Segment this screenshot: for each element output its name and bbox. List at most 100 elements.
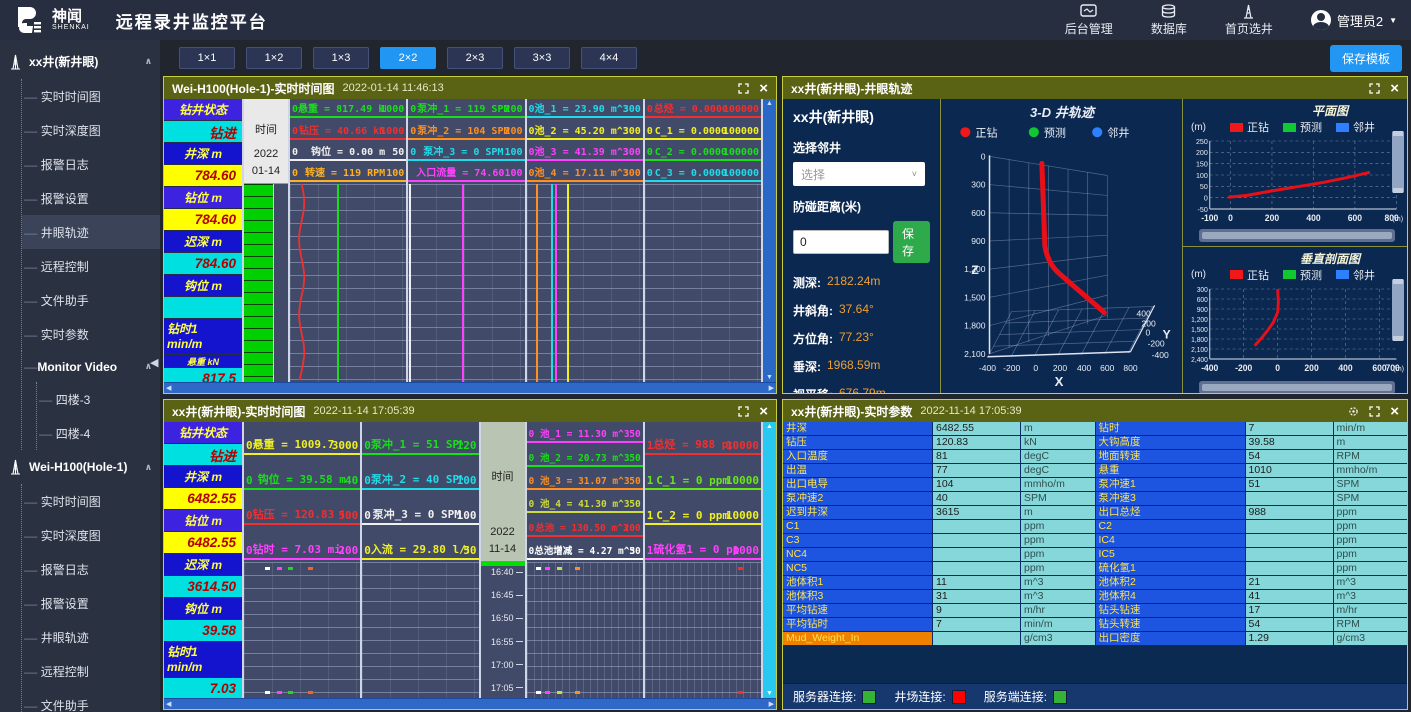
sidebar-item[interactable]: 文件助手: [22, 688, 160, 712]
save-template-button[interactable]: 保存模板: [1330, 45, 1402, 72]
nav-admin[interactable]: 后台管理: [1065, 4, 1113, 37]
grid-layout-button[interactable]: 1×3: [313, 47, 369, 69]
grid-layout-button[interactable]: 4×4: [581, 47, 637, 69]
scroll-left-icon[interactable]: ◀: [166, 384, 171, 392]
param-value: 21: [1246, 576, 1334, 589]
sidebar-item[interactable]: 文件助手: [22, 283, 160, 317]
grid-layout-button[interactable]: 1×2: [246, 47, 302, 69]
plan-horizontal-scrollbar[interactable]: [1199, 229, 1395, 242]
table-row: 泵冲速2 40 SPM 泵冲速3 SPM: [783, 492, 1407, 506]
param-label: 钻位 m: [164, 510, 242, 532]
track-1: 0悬重 = 1009.7 kN30000钩位 = 39.58 m400钻压 = …: [244, 422, 362, 698]
collision-distance-label: 防碰距离(米): [793, 198, 930, 215]
section-vertical-slider[interactable]: [1392, 279, 1404, 341]
param-unit: ppm: [1334, 548, 1408, 561]
sidebar-item[interactable]: 井眼轨迹: [22, 215, 160, 249]
horizontal-scrollbar[interactable]: ◀▶: [164, 382, 776, 393]
param-name: C3: [783, 534, 933, 547]
save-button[interactable]: 保存: [893, 221, 930, 263]
close-icon[interactable]: ×: [759, 406, 768, 417]
scroll-left-icon[interactable]: ◀: [166, 700, 171, 708]
param-value: 9: [933, 604, 1021, 617]
curve-label: 0泵冲_3 = 0 SPM100: [408, 142, 524, 161]
depth-strip: [244, 184, 274, 382]
sidebar-well-1[interactable]: xx井(新井眼) ∧: [0, 44, 160, 79]
param-value: 817.5: [164, 368, 242, 382]
param-label: 迟深 m: [164, 231, 242, 253]
param-value: 1.29: [1246, 632, 1334, 645]
sidebar-item[interactable]: 实时参数: [22, 317, 160, 351]
param-unit: RPM: [1334, 450, 1408, 463]
panel-time-chart-wei: Wei-H100(Hole-1)-实时时间图 2022-01-14 11:46:…: [163, 76, 777, 394]
close-icon[interactable]: ×: [759, 83, 768, 94]
sidebar-well-2[interactable]: Wei-H100(Hole-1) ∧: [0, 450, 160, 484]
collision-distance-input[interactable]: [793, 230, 889, 254]
sidebar-item-label: 报警设置: [41, 192, 89, 206]
scroll-down-icon[interactable]: ▼: [766, 374, 773, 381]
expand-icon[interactable]: [738, 406, 749, 417]
param-name: 地面转速: [1096, 450, 1246, 463]
scroll-down-icon[interactable]: ▼: [766, 690, 773, 697]
user-menu[interactable]: 管理员2 ▼: [1311, 10, 1397, 30]
grid-layout-button-label: 1×1: [198, 52, 217, 64]
sidebar-item-label: 实时参数: [41, 328, 89, 342]
sidebar-item[interactable]: 远程控制: [22, 654, 160, 688]
sidebar-item[interactable]: 实时深度图: [22, 113, 160, 147]
grid-layout-button[interactable]: 2×2: [380, 47, 436, 69]
legend-swatch: [1230, 123, 1243, 132]
grid-layout-button[interactable]: 1×1: [179, 47, 235, 69]
expand-icon[interactable]: [1369, 83, 1380, 94]
sidebar-item[interactable]: 报警日志: [22, 552, 160, 586]
expand-icon[interactable]: [1369, 406, 1380, 417]
curve-label: 0钩位 = 0.00 m50: [290, 142, 406, 161]
param-name: 出口总烃: [1096, 506, 1246, 519]
grid-layout-button[interactable]: 3×3: [514, 47, 570, 69]
sidebar-item[interactable]: 报警日志: [22, 147, 160, 181]
sidebar-item[interactable]: 报警设置: [22, 586, 160, 620]
horizontal-scrollbar[interactable]: ◀▶: [164, 698, 776, 709]
param-value: 54: [1246, 618, 1334, 631]
sidebar-collapse-arrow[interactable]: ◀: [150, 356, 158, 369]
sidebar-item-monitor-video[interactable]: Monitor Video ∧: [22, 351, 160, 382]
time-column: 时间 202201-14: [244, 99, 290, 382]
param-name: 悬重: [1096, 464, 1246, 477]
param-unit: SPM: [1021, 492, 1096, 505]
plan-legend: 正钻预测邻井: [1230, 119, 1375, 135]
nav-database[interactable]: 数据库: [1151, 4, 1187, 37]
scroll-up-icon[interactable]: ▲: [766, 423, 773, 430]
sidebar-item[interactable]: 实时时间图: [22, 79, 160, 113]
expand-icon[interactable]: [738, 83, 749, 94]
sidebar-item[interactable]: 报警设置: [22, 181, 160, 215]
sidebar-item-camera[interactable]: 四楼-4: [37, 416, 160, 450]
y-unit-label: (m): [1191, 269, 1206, 280]
grid-layout-button[interactable]: 2×3: [447, 47, 503, 69]
neighbor-select[interactable]: 选择˅: [793, 162, 925, 186]
sidebar-item[interactable]: 远程控制: [22, 249, 160, 283]
track-plot: [527, 184, 643, 382]
sidebar-item[interactable]: 实时时间图: [22, 484, 160, 518]
svg-text:200: 200: [1265, 213, 1279, 223]
section-horizontal-scrollbar[interactable]: [1199, 381, 1395, 394]
svg-text:Z: Z: [971, 263, 979, 277]
vertical-scrollbar[interactable]: ▲▼: [763, 99, 776, 382]
param-column: 钻井状态 钻进 井深 m 784.60 钻位 m 784.60 迟深 m 784…: [164, 99, 244, 382]
brand-logo: 神闻 SHENKAI: [14, 5, 90, 35]
svg-text:2,100: 2,100: [964, 349, 986, 359]
database-icon: [1160, 4, 1177, 19]
sidebar-item[interactable]: 实时深度图: [22, 518, 160, 552]
vertical-scrollbar[interactable]: ▲▼: [763, 422, 776, 698]
plan-vertical-slider[interactable]: [1392, 131, 1404, 193]
admin-icon: [1080, 4, 1097, 19]
sidebar-item[interactable]: 井眼轨迹: [22, 620, 160, 654]
scroll-up-icon[interactable]: ▲: [766, 100, 773, 107]
close-icon[interactable]: ×: [1390, 406, 1399, 417]
close-icon[interactable]: ×: [1390, 83, 1399, 94]
sidebar-item-camera[interactable]: 四楼-3: [37, 382, 160, 416]
time-tick: 16:40: [481, 567, 523, 577]
scroll-right-icon[interactable]: ▶: [769, 384, 774, 392]
status-indicator: [952, 690, 966, 704]
svg-text:正钻: 正钻: [975, 125, 997, 139]
scroll-right-icon[interactable]: ▶: [769, 700, 774, 708]
nav-home-well-select[interactable]: 首页选井: [1225, 4, 1273, 37]
gear-icon[interactable]: [1348, 406, 1359, 417]
